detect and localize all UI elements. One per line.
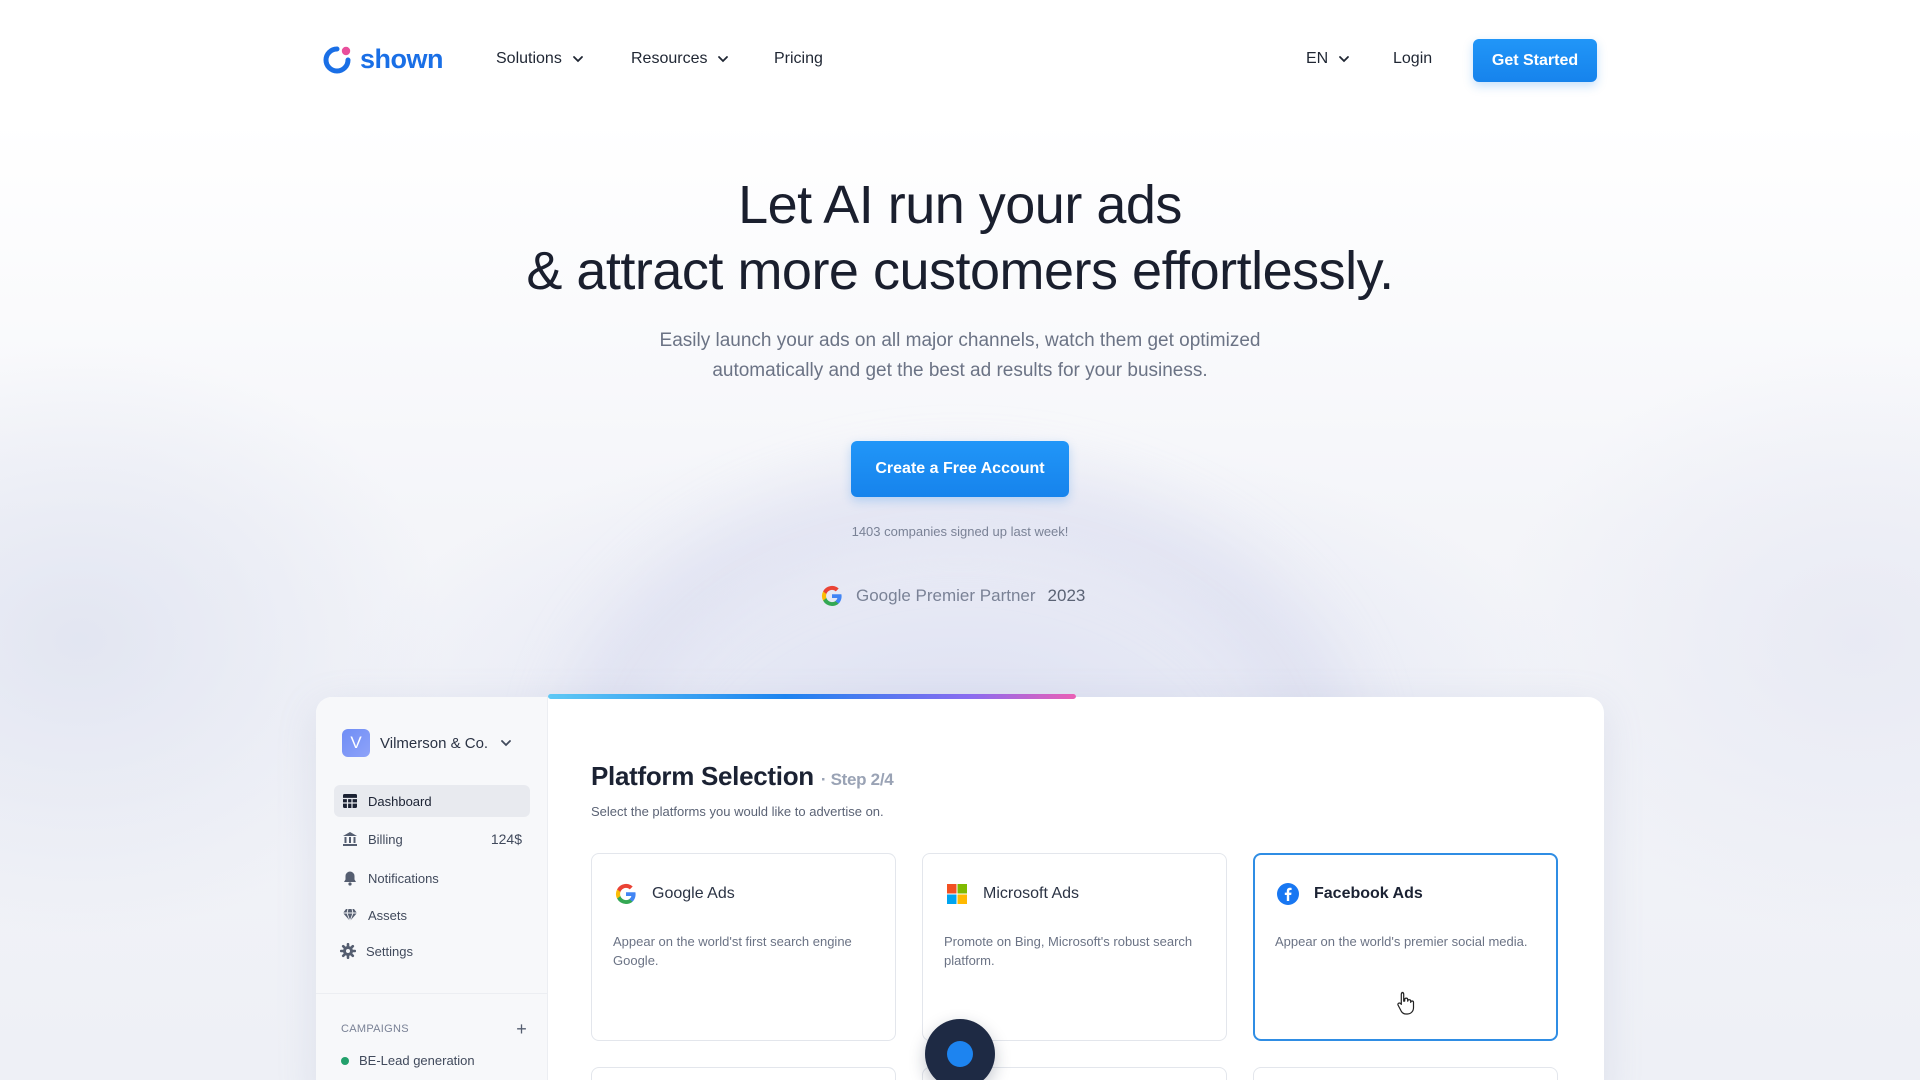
platform-card-microsoft[interactable]: Microsoft Ads Promote on Bing, Microsoft… [922,853,1227,1041]
card-header: Microsoft Ads [945,882,1079,906]
card-title: Microsoft Ads [983,885,1080,902]
shown-logo[interactable]: shown [322,44,444,75]
sidebar-item-label: Assets [368,907,408,923]
platform-selection-description: Select the platforms you would like to a… [591,804,884,819]
org-avatar: V [342,729,370,757]
language-selector[interactable]: EN [1306,50,1352,68]
hero-title: Let AI run your ads & attract more custo… [360,172,1560,304]
platform-card-stub [1253,1067,1558,1080]
sidebar-item-label: Dashboard [368,793,432,809]
bell-icon [344,871,356,886]
get-started-button[interactable]: Get Started [1473,39,1597,82]
org-name: Vilmerson & Co. [380,734,489,752]
chevron-down-icon [501,740,512,747]
create-account-button[interactable]: Create a Free Account [851,441,1069,497]
card-description: Promote on Bing, Microsoft's robust sear… [944,934,1193,968]
nav-resources[interactable]: Resources [631,50,731,68]
sidebar-item-assets[interactable]: Assets [334,899,530,931]
platform-card-google[interactable]: Google Ads Appear on the world'st first … [591,853,896,1041]
chevron-down-icon [718,56,729,63]
platform-card-stub [591,1067,896,1080]
bank-icon [343,832,357,846]
sidebar-item-notifications[interactable]: Notifications [334,862,530,894]
login-link[interactable]: Login [1393,50,1432,68]
chat-launcher-button[interactable] [925,1019,995,1080]
hero-title-line2: & attract more customers effortlessly. [526,241,1394,301]
step-indicator: · Step 2/4 [820,770,894,789]
sidebar-item-label: Settings [366,943,413,959]
partner-label: Google Premier Partner [856,586,1036,605]
campaign-label: BE-Lead generation [359,1053,475,1068]
sidebar-divider [316,993,548,994]
nav-pricing-label: Pricing [774,50,823,67]
gear-icon [340,943,356,959]
main-title-text: Platform Selection [591,761,814,791]
sidebar-item-dashboard[interactable]: Dashboard [334,785,530,817]
sidebar-item-settings[interactable]: Settings [332,935,528,967]
facebook-icon [1277,883,1299,905]
campaigns-heading: CAMPAIGNS [341,1023,409,1035]
hero-subtitle: Easily launch your ads on all major chan… [560,326,1360,386]
step-progress-fill [548,694,1076,699]
campaigns-header: CAMPAIGNS + [341,1020,527,1038]
google-icon [821,585,842,606]
card-description: Appear on the world'st first search engi… [613,934,852,968]
org-switcher[interactable]: V Vilmerson & Co. [342,729,514,757]
nav-pricing[interactable]: Pricing [774,50,823,68]
chat-icon [947,1041,973,1067]
hand-cursor-icon [1397,991,1415,1015]
app-sidebar: V Vilmerson & Co. Dashboard Billing 124$ [316,697,548,1080]
nav-solutions[interactable]: Solutions [496,50,586,68]
card-title: Facebook Ads [1314,885,1423,902]
google-icon [615,883,636,904]
hero-subtitle-line2: automatically and get the best ad result… [712,360,1208,381]
campaign-status-dot [341,1056,349,1065]
partner-badge: Google Premier Partner 2023 [820,584,1085,608]
billing-amount: 124$ [490,831,522,847]
partner-year: 2023 [1047,586,1086,605]
card-description: Appear on the world's premier social med… [1275,934,1528,949]
card-title: Google Ads [652,885,735,902]
add-campaign-button[interactable]: + [516,1020,527,1038]
sidebar-item-label: Billing [368,831,403,847]
dashboard-icon [343,794,357,808]
login-label: Login [1393,50,1433,67]
hero-title-line1: Let AI run your ads [738,175,1182,235]
nav-resources-label: Resources [631,50,708,67]
campaign-item[interactable]: BE-Lead generation [341,1053,475,1068]
language-label: EN [1306,50,1329,67]
logo-mark-icon [323,46,351,73]
hero-subtitle-line1: Easily launch your ads on all major chan… [659,330,1261,351]
sidebar-item-label: Notifications [368,870,439,886]
chevron-down-icon [1339,56,1350,63]
card-header: Google Ads [614,882,735,906]
microsoft-icon [947,884,967,904]
chevron-down-icon [572,56,583,63]
logo-text: shown [360,44,444,74]
nav-solutions-label: Solutions [496,50,562,67]
card-header: Facebook Ads [1276,882,1423,906]
sidebar-item-billing[interactable]: Billing 124$ [334,823,530,855]
gem-icon [343,908,357,923]
signup-note: 1403 companies signed up last week! [851,524,1069,539]
step-progress-bar [548,694,1076,699]
platform-selection-title: Platform Selection · Step 2/4 [591,761,894,792]
